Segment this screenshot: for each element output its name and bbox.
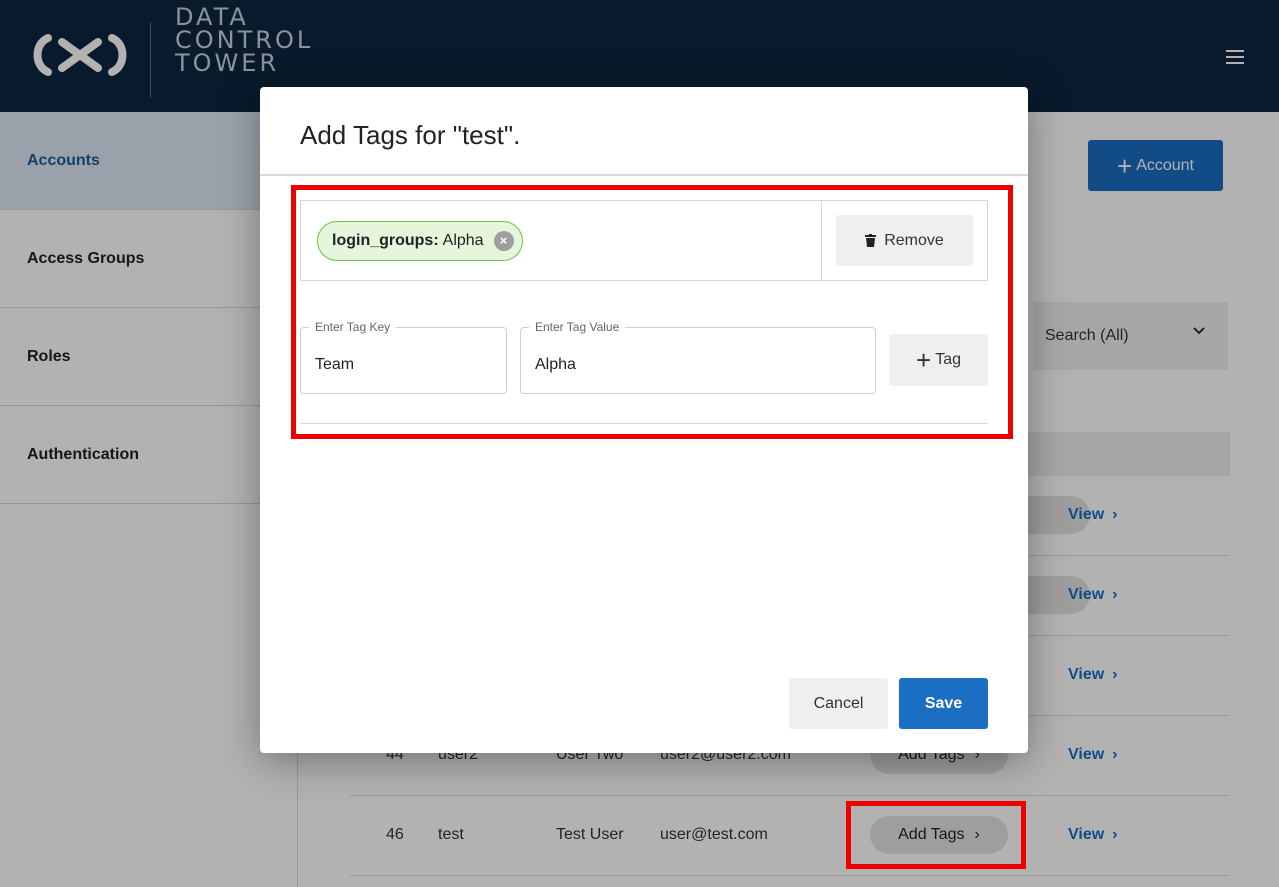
tag-key-label: Enter Tag Key xyxy=(309,320,397,334)
tag-value-label: Enter Tag Value xyxy=(529,320,626,334)
remove-button[interactable]: Remove xyxy=(836,215,973,266)
remove-label: Remove xyxy=(884,231,944,249)
save-label: Save xyxy=(924,694,963,712)
add-tags-dialog: Add Tags for "test". login_groups: Alpha… xyxy=(260,87,1028,753)
tag-value-value: Alpha xyxy=(535,356,576,373)
add-tag-label: Tag xyxy=(935,351,961,368)
trash-icon xyxy=(865,234,877,247)
plus-icon: + xyxy=(916,345,932,375)
tag-value-field[interactable]: Enter Tag Value Alpha xyxy=(520,320,876,394)
dialog-separator xyxy=(260,174,1028,176)
panel-divider xyxy=(821,201,822,280)
tag-chip: login_groups: Alpha × xyxy=(317,221,523,261)
existing-tags-panel: login_groups: Alpha × Remove xyxy=(300,200,988,281)
cancel-button[interactable]: Cancel xyxy=(789,678,888,729)
tag-key: login_groups: xyxy=(332,232,439,249)
tag-key-field[interactable]: Enter Tag Key Team xyxy=(300,320,507,394)
dialog-title: Add Tags for "test". xyxy=(300,120,521,150)
form-divider xyxy=(300,423,988,424)
tag-key-value: Team xyxy=(315,356,355,373)
cancel-label: Cancel xyxy=(813,694,864,712)
save-button[interactable]: Save xyxy=(899,678,988,729)
remove-tag-icon[interactable]: × xyxy=(493,231,514,251)
add-tag-button[interactable]: + Tag xyxy=(889,334,988,386)
tag-value: Alpha xyxy=(442,232,484,249)
